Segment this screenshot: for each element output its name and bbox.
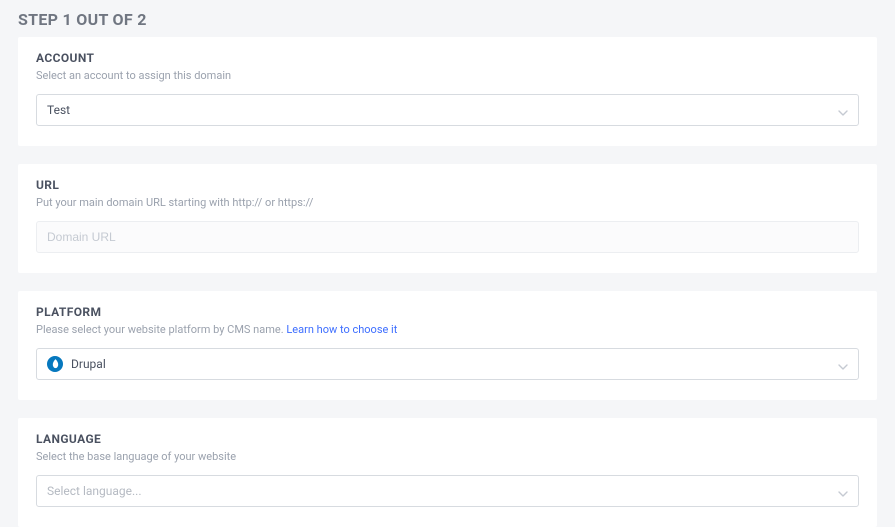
platform-select[interactable]: Drupal [36,348,859,380]
account-title: ACCOUNT [36,51,859,65]
url-card: URL Put your main domain URL starting wi… [18,164,877,273]
account-select-value: Test [47,103,838,117]
drupal-icon [47,356,63,372]
language-select[interactable]: Select language... [36,475,859,507]
language-select-placeholder: Select language... [47,484,838,498]
platform-desc-text: Please select your website platform by C… [36,323,286,336]
platform-select-value: Drupal [71,357,838,371]
url-title: URL [36,178,859,192]
platform-learn-link[interactable]: Learn how to choose it [286,323,397,336]
platform-desc: Please select your website platform by C… [36,323,859,336]
language-title: LANGUAGE [36,432,859,446]
language-desc: Select the base language of your website [36,450,859,463]
url-input[interactable] [36,221,859,253]
page-title: STEP 1 OUT OF 2 [0,0,895,37]
account-desc: Select an account to assign this domain [36,69,859,82]
language-card: LANGUAGE Select the base language of you… [18,418,877,527]
chevron-down-icon [838,101,848,120]
url-desc: Put your main domain URL starting with h… [36,196,859,209]
platform-title: PLATFORM [36,305,859,319]
chevron-down-icon [838,482,848,501]
chevron-down-icon [838,355,848,374]
account-select[interactable]: Test [36,94,859,126]
account-card: ACCOUNT Select an account to assign this… [18,37,877,146]
platform-card: PLATFORM Please select your website plat… [18,291,877,400]
